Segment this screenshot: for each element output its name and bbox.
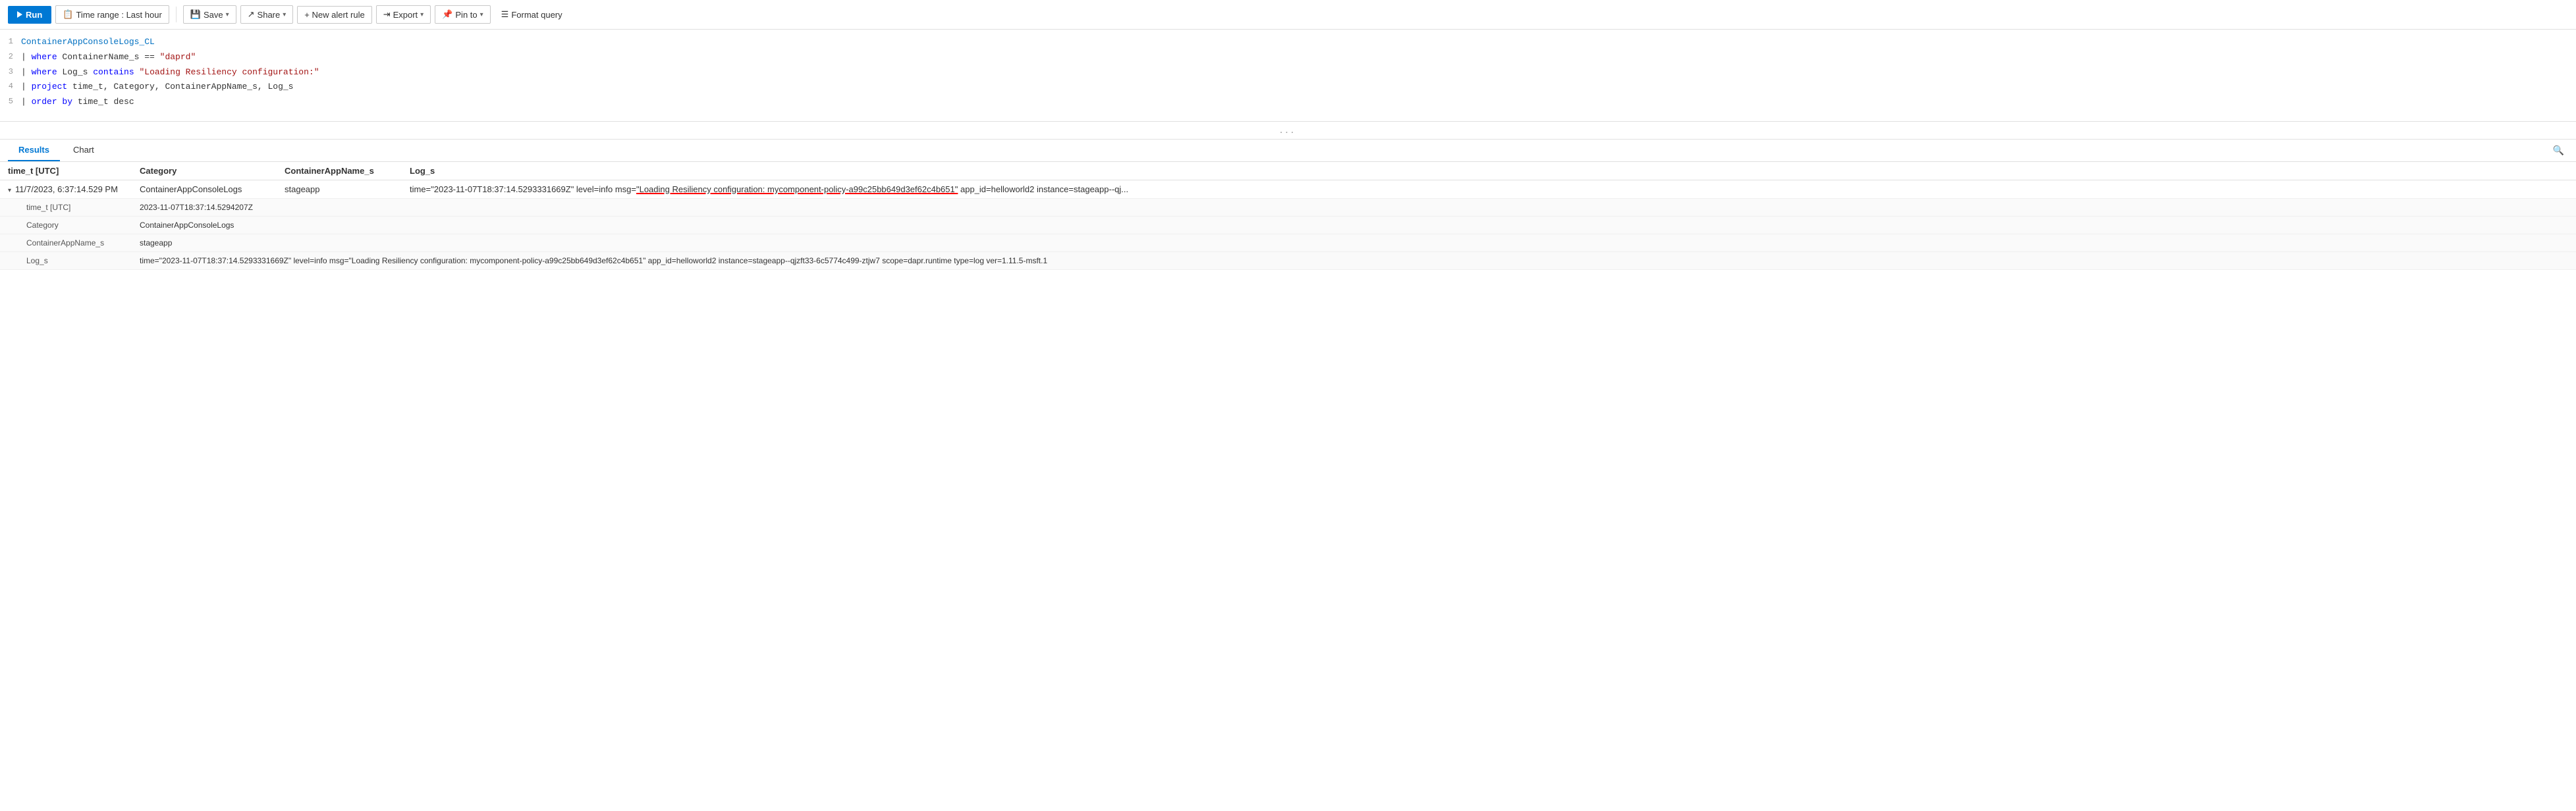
format-query-icon: ☰ <box>501 9 509 20</box>
expand-icon[interactable]: ▾ <box>8 187 11 194</box>
new-alert-label: + New alert rule <box>304 10 364 20</box>
log-suffix: app_id=helloworld2 instance=stageapp--qj… <box>958 184 1128 194</box>
time-value: 11/7/2023, 6:37:14.529 PM <box>15 184 118 194</box>
pin-to-label: Pin to <box>455 10 477 20</box>
export-label: Export <box>393 10 418 20</box>
export-button[interactable]: ⇥ Export ▾ <box>376 5 431 24</box>
detail-value: 2023-11-07T18:37:14.5294207Z <box>132 199 2576 217</box>
col-header-expand: time_t [UTC] <box>0 162 132 180</box>
code-token: project <box>32 80 68 94</box>
line-number: 5 <box>0 95 21 108</box>
tab-results[interactable]: Results <box>8 140 60 161</box>
code-editor[interactable]: 1ContainerAppConsoleLogs_CL2| where Cont… <box>0 30 2576 122</box>
chevron-down-icon-4: ▾ <box>480 11 483 18</box>
code-line: 5| order by time_t desc <box>0 95 2576 110</box>
pin-to-button[interactable]: 📌 Pin to ▾ <box>435 5 490 24</box>
search-icon[interactable]: 🔍 <box>2549 141 2568 160</box>
separator-1 <box>176 7 177 22</box>
new-alert-button[interactable]: + New alert rule <box>297 6 371 24</box>
line-number: 1 <box>0 36 21 48</box>
detail-label: time_t [UTC] <box>0 199 132 217</box>
log-highlighted: "Loading Resiliency configuration: mycom… <box>636 184 958 194</box>
detail-label: Category <box>0 217 132 234</box>
run-label: Run <box>26 10 42 20</box>
tab-chart[interactable]: Chart <box>63 140 105 161</box>
time-range-label: Time range : Last hour <box>76 10 161 20</box>
line-number: 3 <box>0 66 21 78</box>
table-header-row: time_t [UTC]CategoryContainerAppName_sLo… <box>0 162 2576 180</box>
detail-label: ContainerAppName_s <box>0 234 132 252</box>
col-header-2: ContainerAppName_s <box>277 162 402 180</box>
cell-category: ContainerAppConsoleLogs <box>132 180 277 199</box>
play-icon <box>17 11 22 18</box>
detail-label: Log_s <box>0 252 132 270</box>
pin-icon: 📌 <box>442 9 452 20</box>
share-icon: ↗ <box>248 9 255 20</box>
line-number: 2 <box>0 51 21 63</box>
code-line: 4| project time_t, Category, ContainerAp… <box>0 80 2576 95</box>
cell-container-app: stageapp <box>277 180 402 199</box>
code-token: | <box>21 95 32 109</box>
code-token: contains <box>93 66 134 80</box>
format-query-button[interactable]: ☰ Format query <box>495 6 569 23</box>
line-number: 4 <box>0 80 21 93</box>
detail-value: stageapp <box>132 234 2576 252</box>
divider: ... <box>0 122 2576 140</box>
results-area: time_t [UTC]CategoryContainerAppName_sLo… <box>0 162 2576 270</box>
detail-row: time_t [UTC]2023-11-07T18:37:14.5294207Z <box>0 199 2576 217</box>
detail-row: Log_stime="2023-11-07T18:37:14.529333166… <box>0 252 2576 270</box>
code-token: | <box>21 80 32 94</box>
code-line: 3| where Log_s contains "Loading Resilie… <box>0 65 2576 80</box>
detail-value: ContainerAppConsoleLogs <box>132 217 2576 234</box>
share-label: Share <box>258 10 281 20</box>
code-token: | <box>21 66 32 80</box>
code-token: Log_s <box>57 66 94 80</box>
results-table: time_t [UTC]CategoryContainerAppName_sLo… <box>0 162 2576 270</box>
code-line: 1ContainerAppConsoleLogs_CL <box>0 35 2576 50</box>
toolbar: Run 📋 Time range : Last hour 💾 Save ▾ ↗ … <box>0 0 2576 30</box>
code-token: ContainerName_s == <box>57 51 160 65</box>
code-token: time_t desc <box>72 95 134 109</box>
cell-time: ▾ 11/7/2023, 6:37:14.529 PM <box>0 180 132 199</box>
code-token: ContainerAppConsoleLogs_CL <box>21 36 155 49</box>
col-header-3: Log_s <box>402 162 2576 180</box>
table-row[interactable]: ▾ 11/7/2023, 6:37:14.529 PM ContainerAppCo… <box>0 180 2576 199</box>
save-button[interactable]: 💾 Save ▾ <box>183 5 236 24</box>
detail-row: ContainerAppName_sstageapp <box>0 234 2576 252</box>
log-prefix: time="2023-11-07T18:37:14.5293331669Z" l… <box>410 184 636 194</box>
code-token: where <box>32 66 57 80</box>
code-token: time_t, Category, ContainerAppName_s, Lo… <box>67 80 293 94</box>
col-header-1: Category <box>132 162 277 180</box>
chevron-down-icon: ▾ <box>226 11 229 18</box>
code-token: where <box>32 51 57 65</box>
code-token: "Loading Resiliency configuration:" <box>139 66 319 80</box>
code-token: order by <box>32 95 72 109</box>
code-token <box>134 66 140 80</box>
save-label: Save <box>204 10 223 20</box>
time-range-button[interactable]: 📋 Time range : Last hour <box>55 5 169 24</box>
code-token: "daprd" <box>160 51 196 65</box>
format-query-label: Format query <box>511 10 562 20</box>
detail-row: CategoryContainerAppConsoleLogs <box>0 217 2576 234</box>
code-token: | <box>21 51 32 65</box>
run-button[interactable]: Run <box>8 6 51 24</box>
chevron-down-icon-2: ▾ <box>283 11 286 18</box>
save-icon: 💾 <box>190 9 201 20</box>
share-button[interactable]: ↗ Share ▾ <box>240 5 294 24</box>
time-range-icon: 📋 <box>63 9 73 20</box>
code-line: 2| where ContainerName_s == "daprd" <box>0 50 2576 65</box>
chevron-down-icon-3: ▾ <box>420 11 424 18</box>
export-icon: ⇥ <box>383 9 391 20</box>
detail-value: time="2023-11-07T18:37:14.5293331669Z" l… <box>132 252 2576 270</box>
results-tabs-bar: Results Chart 🔍 <box>0 140 2576 162</box>
cell-log: time="2023-11-07T18:37:14.5293331669Z" l… <box>402 180 2576 199</box>
